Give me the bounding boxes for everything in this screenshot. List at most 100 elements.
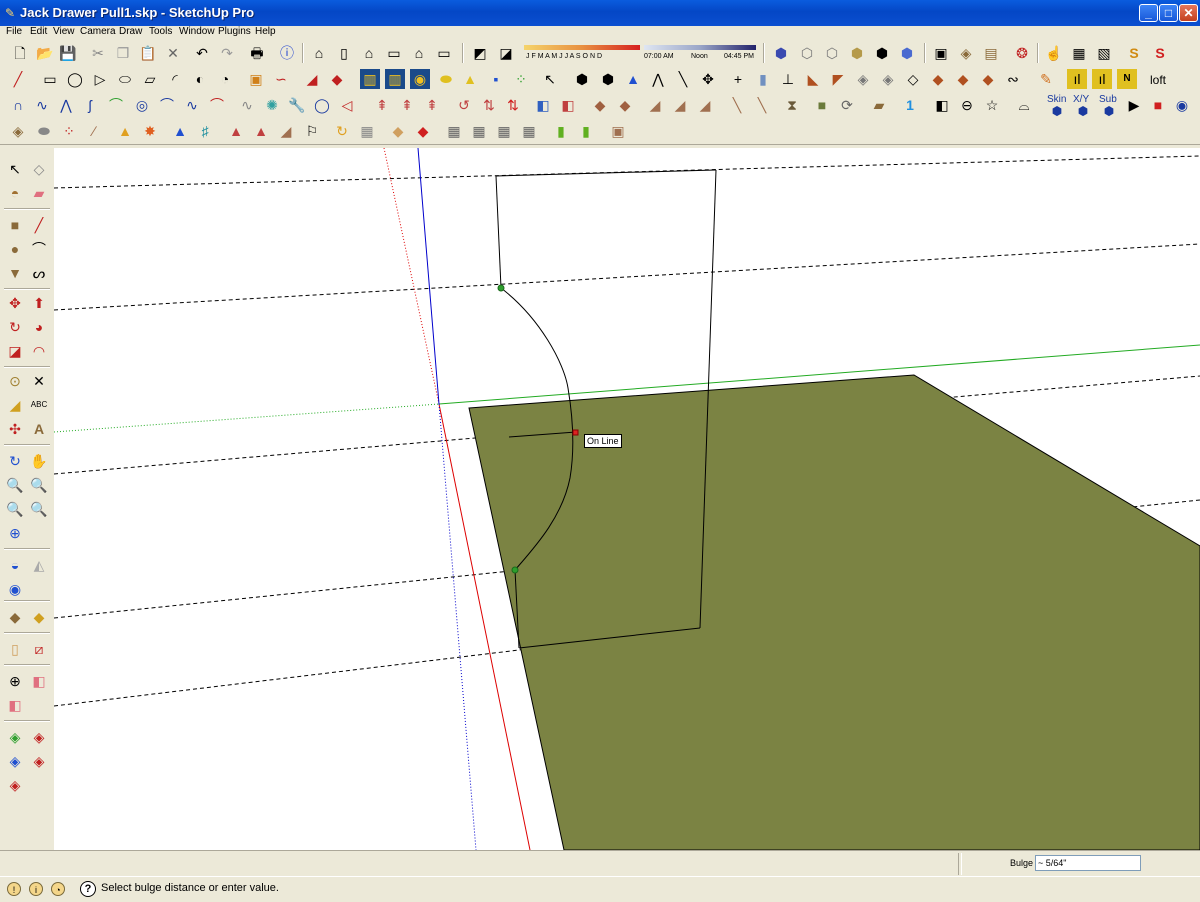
pan-icon[interactable]: ✋ xyxy=(28,450,50,472)
menu-draw[interactable]: Draw xyxy=(119,26,142,37)
position-camera-icon[interactable]: ⊕ xyxy=(4,670,26,692)
styles-icon[interactable]: ▤ xyxy=(981,43,1001,63)
minimize-button[interactable]: _ xyxy=(1139,4,1158,22)
new-icon[interactable]: 🗋 xyxy=(10,43,30,63)
flag-icon[interactable]: ⚐ xyxy=(302,121,322,141)
bezier-icon[interactable]: ∩ xyxy=(8,95,28,115)
select-icon[interactable]: ↖ xyxy=(4,158,26,180)
display-section-icon[interactable]: ⧄ xyxy=(28,638,50,660)
redo-icon[interactable]: ↷ xyxy=(217,43,237,63)
ruby-icon[interactable]: S xyxy=(1124,43,1144,63)
component-icon[interactable]: ◇ xyxy=(28,158,50,180)
lattice2-icon[interactable]: ▦ xyxy=(469,121,489,141)
bottle2-icon[interactable]: ▮ xyxy=(576,121,596,141)
box-paint-icon[interactable]: ◆ xyxy=(388,121,408,141)
zoom-window-icon[interactable]: 🔍 xyxy=(28,474,50,496)
lattice-icon[interactable]: ▦ xyxy=(444,121,464,141)
fillet-icon[interactable]: ∿ xyxy=(182,95,202,115)
axes-icon[interactable]: ✥ xyxy=(698,69,718,89)
union-icon[interactable]: ◈ xyxy=(28,750,50,772)
walk-icon[interactable]: ◧ xyxy=(4,694,26,716)
save-icon[interactable]: 💾 xyxy=(58,43,78,63)
menu-view[interactable]: View xyxy=(53,26,75,37)
plus-icon[interactable]: + xyxy=(728,69,748,89)
user-icon[interactable]: ◔ xyxy=(51,882,65,896)
help-icon[interactable]: ? xyxy=(80,881,96,897)
next-view-icon[interactable]: 🔍 xyxy=(28,498,50,520)
hand-icon[interactable]: ☝ xyxy=(1044,43,1064,63)
bar-chart-icon[interactable]: ıl xyxy=(1067,69,1087,89)
hinge-icon[interactable]: ⋀ xyxy=(648,69,668,89)
ruby-console-icon[interactable]: S xyxy=(1150,43,1170,63)
freehand-icon[interactable]: ᔕ xyxy=(28,262,50,284)
tree-icon[interactable]: ▲ xyxy=(170,121,190,141)
color-dots-icon[interactable]: ⁘ xyxy=(511,69,531,89)
cabinet2-icon[interactable]: ▲ xyxy=(251,121,271,141)
shadow-toggle-icon[interactable]: ◪ xyxy=(496,43,516,63)
solid-tools-icon[interactable]: ▥ xyxy=(385,69,405,89)
protractor-icon[interactable]: ◢ xyxy=(4,394,26,416)
rectangle-icon[interactable]: ▭ xyxy=(40,69,60,89)
pencil-icon[interactable]: ✎ xyxy=(1036,69,1056,89)
plank3-icon[interactable]: ◢ xyxy=(695,95,715,115)
sun-icon[interactable]: ✸ xyxy=(140,121,160,141)
normal-push-pull-icon[interactable]: ⇞ xyxy=(422,95,442,115)
offset-icon[interactable]: ▣ xyxy=(246,69,266,89)
materials-icon[interactable]: ◈ xyxy=(956,43,976,63)
3d-text-icon[interactable]: A xyxy=(28,418,50,440)
home-view-icon[interactable]: ⌂ xyxy=(359,43,379,63)
flip-icon[interactable]: ⇅ xyxy=(503,95,523,115)
select-group2-icon[interactable]: ◧ xyxy=(558,95,578,115)
zoom-extents-icon[interactable]: ⊕ xyxy=(4,522,26,544)
subtract-icon[interactable]: ◈ xyxy=(4,774,26,796)
arc-icon[interactable]: ⬭ xyxy=(115,69,135,89)
model-info-icon[interactable]: ⓘ xyxy=(277,43,297,63)
menu-window[interactable]: Window xyxy=(179,26,215,37)
shadow-time-slider[interactable]: 07:00 AM Noon 04:45 PM xyxy=(644,43,756,63)
maximize-button[interactable]: □ xyxy=(1159,4,1178,22)
ellipse-icon[interactable]: ⊖ xyxy=(957,95,977,115)
wrench-icon[interactable]: 🔧 xyxy=(287,95,307,115)
push-icon[interactable]: ⊥ xyxy=(778,69,798,89)
rectangle-icon[interactable]: ■ xyxy=(4,214,26,236)
lens-icon[interactable]: ⬬ xyxy=(436,69,456,89)
wood-icon[interactable]: ⬬ xyxy=(34,121,54,141)
cabinet-icon[interactable]: ▲ xyxy=(226,121,246,141)
rotate-icon[interactable]: ↻ xyxy=(4,316,26,338)
components-icon[interactable]: ▣ xyxy=(931,43,951,63)
polyline-icon[interactable]: ⋀ xyxy=(56,95,76,115)
get-model-icon[interactable]: ◆ xyxy=(4,606,26,628)
loop-icon[interactable]: ↻ xyxy=(332,121,352,141)
vcb-input[interactable] xyxy=(1035,855,1141,871)
dimension-icon[interactable]: ✕ xyxy=(28,370,50,392)
shaded-texture-icon[interactable]: ⬢ xyxy=(872,43,892,63)
dowel-icon[interactable]: ╲ xyxy=(727,95,747,115)
polygon-icon[interactable]: ▼ xyxy=(4,262,26,284)
scale-axis-icon[interactable]: ⇅ xyxy=(479,95,499,115)
color-squares-icon[interactable]: ▪ xyxy=(486,69,506,89)
circle-icon[interactable]: ◯ xyxy=(65,69,85,89)
hourglass-icon[interactable]: ⧗ xyxy=(782,95,802,115)
lattice4-icon[interactable]: ▦ xyxy=(519,121,539,141)
top-view-icon[interactable]: ▭ xyxy=(384,43,404,63)
bar-chart2-icon[interactable]: ıl xyxy=(1092,69,1112,89)
drawing-viewport[interactable] xyxy=(54,148,1200,850)
shaded-icon[interactable]: ⬢ xyxy=(847,43,867,63)
add-detail-icon[interactable]: ◆ xyxy=(978,69,998,89)
star-ring-icon[interactable]: ✺ xyxy=(262,95,282,115)
line-icon[interactable]: ╱ xyxy=(28,214,50,236)
spiral-icon[interactable]: ◎ xyxy=(132,95,152,115)
arc-tangent-icon[interactable]: ⌒ xyxy=(157,95,177,115)
cut-icon[interactable]: ✂ xyxy=(88,43,108,63)
star-icon[interactable]: ☆ xyxy=(982,95,1002,115)
blob-icon[interactable]: ◯ xyxy=(312,95,332,115)
xray-icon[interactable]: ⬢ xyxy=(771,43,791,63)
scale-icon[interactable]: ◪ xyxy=(4,340,26,362)
monochrome-icon[interactable]: ⬢ xyxy=(897,43,917,63)
cabinet3-icon[interactable]: ◢ xyxy=(276,121,296,141)
move-icon[interactable]: ✥ xyxy=(4,292,26,314)
follow-me-icon[interactable]: ◕ xyxy=(28,316,50,338)
zoom-icon[interactable]: 🔍 xyxy=(4,474,26,496)
box-red-icon[interactable]: ◆ xyxy=(413,121,433,141)
scenes-icon[interactable]: ▧ xyxy=(1094,43,1114,63)
